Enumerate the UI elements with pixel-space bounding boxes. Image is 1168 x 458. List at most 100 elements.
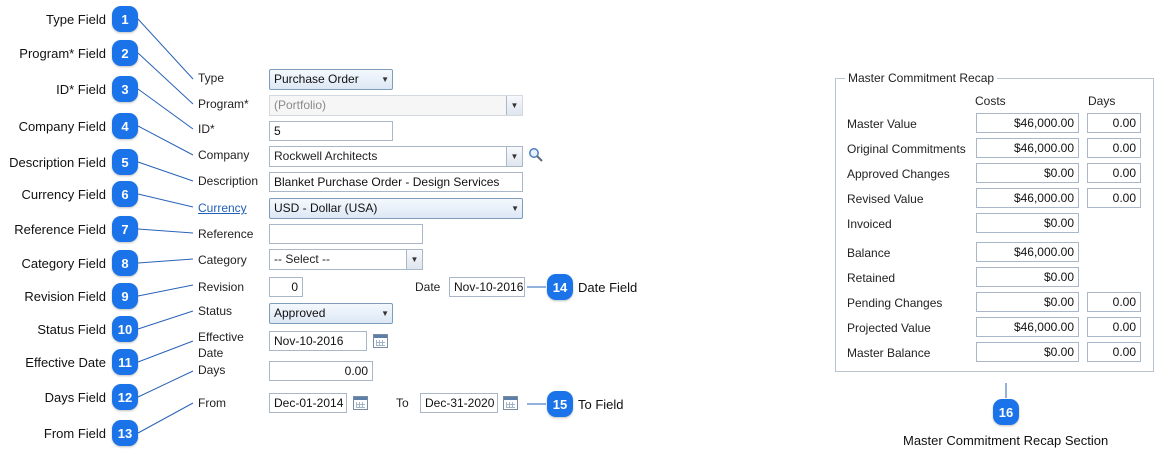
description-field[interactable]: Blanket Purchase Order - Design Services	[269, 172, 523, 192]
callout-text-id: ID* Field	[56, 82, 106, 97]
callout-badge-2: 2	[112, 40, 138, 66]
calendar-icon[interactable]	[353, 396, 368, 410]
chevron-down-icon: ▼	[381, 75, 389, 84]
recap-cost-master-balance: $0.00	[976, 342, 1079, 362]
callout-text-to: To Field	[578, 397, 624, 412]
callout-text-days: Days Field	[44, 390, 106, 405]
effective-date-label-1: Effective	[198, 330, 244, 344]
callout-text-reference: Reference Field	[14, 222, 106, 237]
recap-days-approved-changes: 0.00	[1087, 163, 1141, 183]
callout-badge-9: 9	[112, 283, 138, 309]
recap-col-days: Days	[1088, 94, 1116, 108]
days-field[interactable]: 0.00	[269, 361, 373, 381]
callout-text-status: Status Field	[37, 322, 106, 337]
program-combo[interactable]: (Portfolio) ▼	[269, 95, 523, 116]
currency-select[interactable]: USD - Dollar (USA) ▼	[269, 198, 523, 219]
type-label: Type	[198, 71, 225, 85]
company-label: Company	[198, 148, 250, 162]
callout-text-from: From Field	[43, 426, 106, 441]
effective-date-label-2: Date	[198, 346, 224, 360]
callout-text-program: Program* Field	[19, 46, 106, 61]
currency-select-value: USD - Dollar (USA)	[274, 201, 378, 215]
recap-label-projected-value: Projected Value	[847, 321, 931, 335]
callout-badge-5: 5	[112, 149, 138, 175]
recap-label-master-balance: Master Balance	[847, 346, 931, 360]
callout-badge-8: 8	[112, 250, 138, 276]
chevron-down-icon[interactable]: ▼	[506, 147, 522, 166]
callout-badge-4: 4	[112, 113, 138, 139]
search-icon[interactable]	[528, 147, 544, 163]
to-date-field[interactable]: Dec-31-2020	[420, 393, 498, 413]
callout-text-description: Description Field	[9, 155, 106, 170]
recap-cost-balance: $46,000.00	[976, 242, 1079, 262]
revision-field[interactable]: 0	[269, 277, 303, 297]
revision-label: Revision	[198, 280, 245, 294]
program-label: Program*	[198, 97, 249, 111]
callout-badge-11: 11	[112, 349, 138, 375]
recap-days-revised-value: 0.00	[1087, 188, 1141, 208]
recap-cost-retained: $0.00	[976, 267, 1079, 287]
chevron-down-icon[interactable]: ▼	[406, 250, 422, 269]
recap-days-master-balance: 0.00	[1087, 342, 1141, 362]
recap-label-pending-changes: Pending Changes	[847, 296, 943, 310]
recap-label-master-value: Master Value	[847, 117, 917, 131]
calendar-icon[interactable]	[373, 334, 388, 348]
description-label: Description	[198, 174, 259, 188]
type-select-value: Purchase Order	[274, 72, 359, 86]
recap-label-balance: Balance	[847, 246, 891, 260]
company-value: Rockwell Architects	[274, 149, 378, 163]
reference-field[interactable]	[269, 224, 423, 244]
recap-cost-pending-changes: $0.00	[976, 292, 1079, 312]
chevron-down-icon: ▼	[381, 309, 389, 318]
recap-days-pending-changes: 0.00	[1087, 292, 1141, 312]
from-label: From	[198, 396, 226, 410]
chevron-down-icon: ▼	[506, 96, 522, 115]
recap-cost-master-value: $46,000.00	[976, 113, 1079, 133]
callout-badge-16: 16	[993, 399, 1019, 425]
recap-label-approved-changes: Approved Changes	[847, 167, 950, 181]
currency-link[interactable]: Currency	[198, 201, 247, 215]
callout-text-currency: Currency Field	[21, 187, 106, 202]
recap-label-invoiced: Invoiced	[847, 217, 892, 231]
chevron-down-icon: ▼	[511, 204, 519, 213]
callout-text-revision: Revision Field	[24, 289, 106, 304]
recap-cost-projected-value: $46,000.00	[976, 317, 1079, 337]
callout-text-date: Date Field	[578, 280, 638, 295]
from-date-field[interactable]: Dec-01-2014	[269, 393, 347, 413]
recap-days-master-value: 0.00	[1087, 113, 1141, 133]
recap-label-retained: Retained	[847, 271, 896, 285]
callout-badge-10: 10	[112, 316, 138, 342]
status-select-value: Approved	[274, 306, 326, 320]
status-select[interactable]: Approved ▼	[269, 303, 393, 324]
category-value: -- Select --	[274, 252, 331, 266]
recap-title: Master Commitment Recap	[845, 71, 998, 85]
callout-badge-1: 1	[112, 6, 138, 32]
category-combo[interactable]: -- Select -- ▼	[269, 249, 423, 270]
id-field[interactable]: 5	[269, 121, 393, 141]
callout-text-category: Category Field	[21, 256, 106, 271]
days-label: Days	[198, 363, 226, 377]
callout-text-effective-date: Effective Date	[25, 355, 106, 370]
date-label: Date	[415, 280, 441, 294]
to-label: To	[396, 396, 409, 410]
recap-cost-approved-changes: $0.00	[976, 163, 1079, 183]
callout-badge-15: 15	[547, 391, 573, 417]
company-combo[interactable]: Rockwell Architects ▼	[269, 146, 523, 167]
recap-days-projected-value: 0.00	[1087, 317, 1141, 337]
effective-date-field[interactable]: Nov-10-2016	[269, 331, 367, 351]
callout-text-company: Company Field	[18, 119, 106, 134]
callout-badge-14: 14	[547, 274, 573, 300]
id-label: ID*	[198, 122, 215, 136]
category-label: Category	[198, 253, 247, 267]
recap-days-original-commitments: 0.00	[1087, 138, 1141, 158]
date-field[interactable]: Nov-10-2016	[449, 277, 525, 297]
calendar-icon[interactable]	[503, 396, 518, 410]
recap-label-revised-value: Revised Value	[847, 192, 924, 206]
callout-badge-12: 12	[112, 384, 138, 410]
callout-text-recap: Master Commitment Recap Section	[903, 433, 1109, 448]
callout-badge-7: 7	[112, 216, 138, 242]
callout-text-type: Type Field	[46, 12, 106, 27]
callout-badge-13: 13	[112, 420, 138, 446]
type-select[interactable]: Purchase Order ▼	[269, 69, 393, 90]
recap-col-costs: Costs	[975, 94, 1006, 108]
